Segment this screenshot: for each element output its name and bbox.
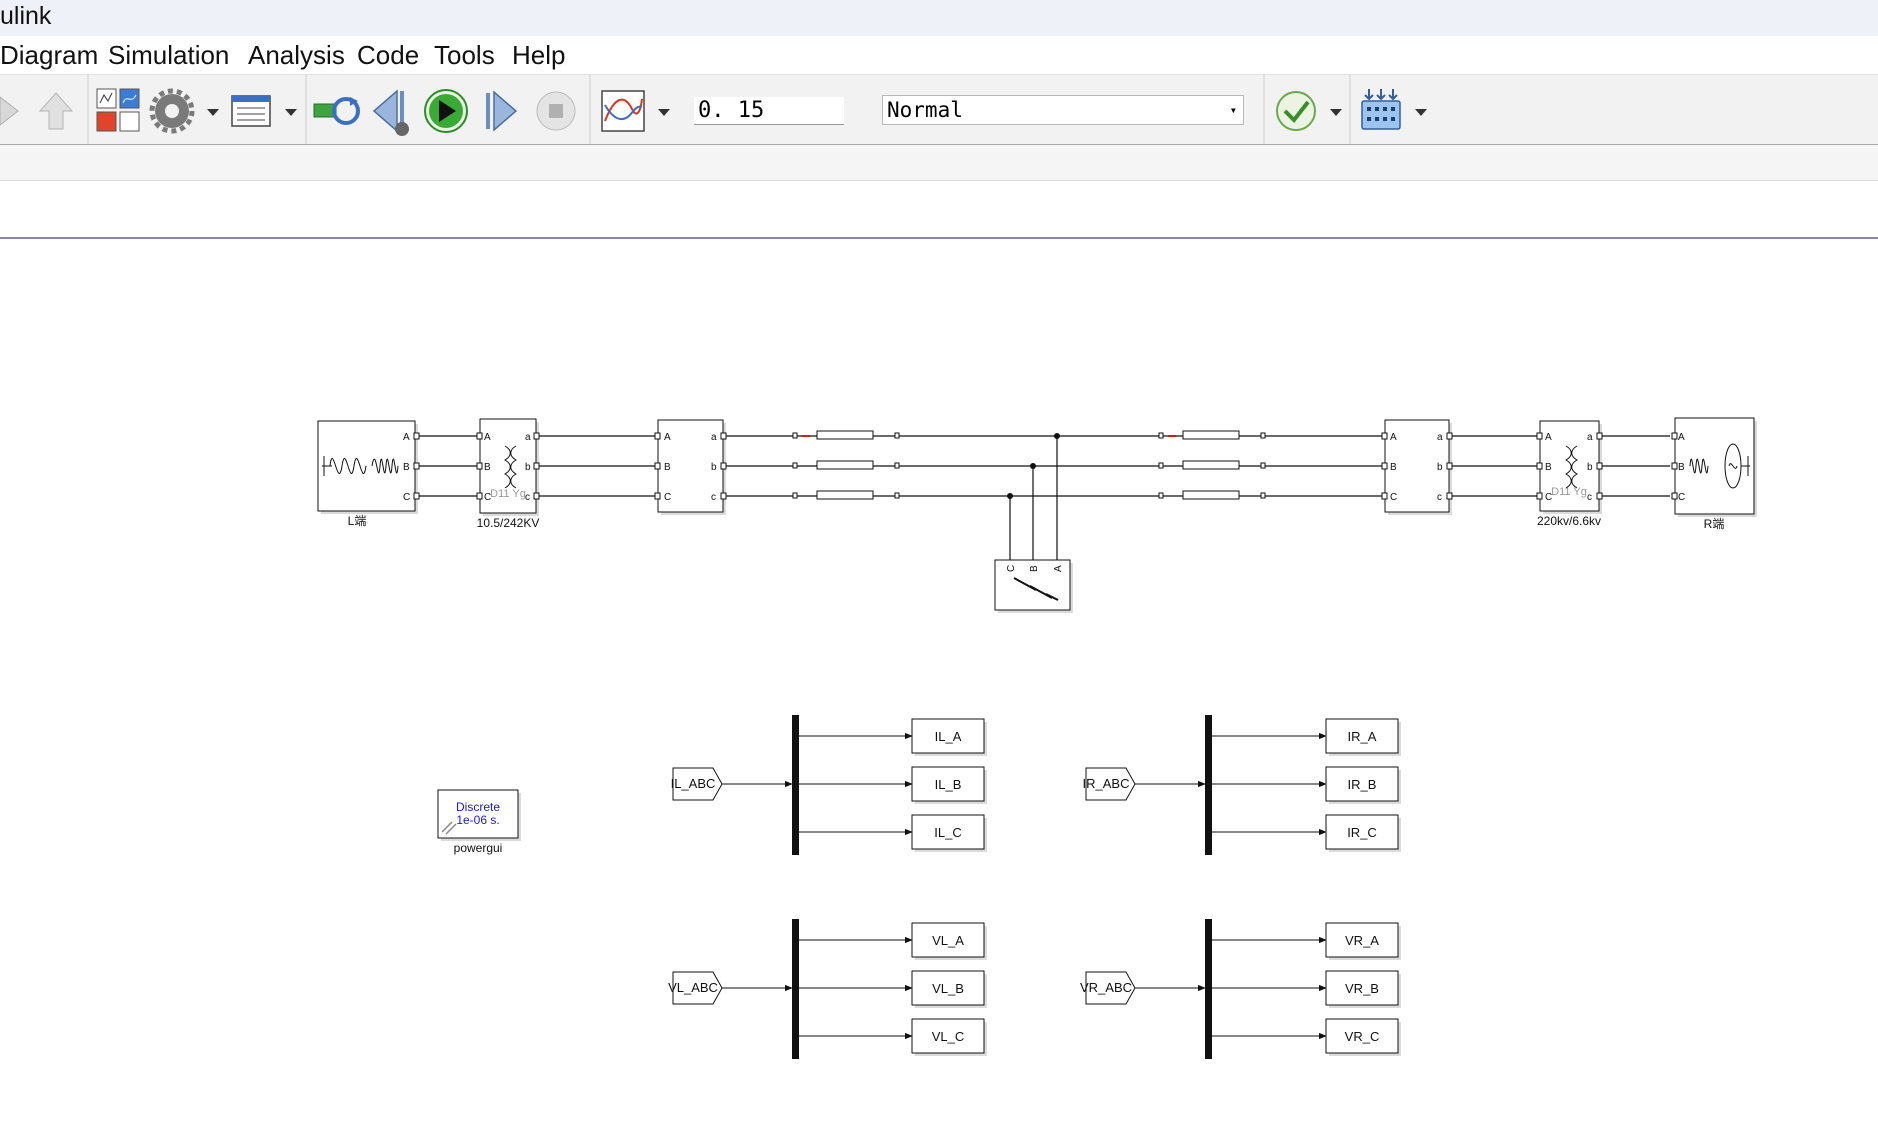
source-right-label: R端 [1704, 517, 1725, 531]
port-label: B [403, 462, 410, 473]
goto-tag: VL_C [932, 1029, 965, 1044]
goto-tag: VR_B [1345, 981, 1379, 996]
goto-tag: IL_A [935, 729, 962, 744]
transformer-left-label: 10.5/242KV [477, 516, 540, 530]
port-label: A [1053, 565, 1064, 572]
transformer-right[interactable]: A B C a b c D11 Yg 220kv/6.6kv [1537, 420, 1601, 528]
goto-tag: IL_C [934, 825, 961, 840]
three-phase-source-right[interactable]: A B C R端 [1674, 417, 1755, 531]
model-canvas[interactable]: A B C L端 A B C a b c D11 Yg 10.5/242KV A… [0, 0, 1878, 1148]
port-label: B [1545, 462, 1552, 473]
demux-bar[interactable] [792, 715, 799, 855]
transformer-type-label: D11 Yg [490, 488, 526, 500]
from-tag: IR_ABC [1083, 776, 1130, 791]
port-label: b [711, 462, 717, 473]
port-label: b [1587, 462, 1593, 473]
transformer-left[interactable]: A B C a b c D11 Yg 10.5/242KV [477, 418, 540, 530]
port-label: C [664, 492, 671, 503]
demux-group-il: IL_ABC IL_A IL_B IL_C [671, 715, 985, 855]
port-label: c [1587, 492, 1592, 503]
port-label: A [1390, 432, 1397, 443]
powergui-sample-time: 1e-06 s. [456, 813, 499, 827]
source-left-label: L端 [348, 514, 367, 528]
three-phase-source-left[interactable]: A B C L端 [317, 420, 416, 528]
port-label: B [664, 462, 671, 473]
goto-tag: VL_B [932, 981, 964, 996]
port-label: C [1390, 492, 1397, 503]
pi-line-right[interactable] [1158, 430, 1266, 500]
goto-tag: VR_A [1345, 933, 1379, 948]
demux-group-vl: VL_ABC VL_A VL_B VL_C [668, 919, 985, 1059]
demux-bar[interactable] [1205, 715, 1212, 855]
three-phase-wires [415, 435, 1670, 560]
powergui-label: powergui [454, 841, 503, 855]
port-label: c [1437, 492, 1442, 503]
powergui-block[interactable]: Discrete 1e-06 s. powergui [437, 789, 519, 855]
port-label: A [664, 432, 671, 443]
port-label: B [484, 462, 491, 473]
demux-bar[interactable] [1205, 919, 1212, 1059]
goto-tag: IR_B [1348, 777, 1377, 792]
powergui-mode: Discrete [456, 800, 500, 814]
vi-measurement-left[interactable]: A B C a b c [657, 419, 724, 513]
port-label: b [525, 462, 531, 473]
port-label: C [403, 492, 410, 503]
goto-tag: VR_C [1345, 1029, 1380, 1044]
vi-measurement-right[interactable]: A B C a b c [1384, 419, 1450, 513]
port-label: A [484, 432, 491, 443]
port-label: B [1390, 462, 1397, 473]
from-tag: VL_ABC [668, 980, 718, 995]
port-label: a [711, 432, 717, 443]
port-label: A [1545, 432, 1552, 443]
port-label: a [525, 432, 531, 443]
port-label: C [1678, 492, 1685, 503]
goto-tag: IR_C [1347, 825, 1377, 840]
port-label: C [1006, 565, 1017, 572]
demux-bar[interactable] [792, 919, 799, 1059]
demux-group-vr: VR_ABC VR_A VR_B VR_C [1080, 919, 1399, 1059]
port-label: c [711, 492, 716, 503]
port-label: A [1678, 432, 1685, 443]
goto-tag: VL_A [932, 933, 964, 948]
port-label: a [1587, 432, 1593, 443]
pi-line-left[interactable] [792, 430, 900, 500]
transformer-type-label: D11 Yg [1551, 486, 1587, 498]
port-label: A [403, 432, 410, 443]
from-tag: VR_ABC [1080, 980, 1132, 995]
transformer-right-label: 220kv/6.6kv [1537, 514, 1601, 528]
goto-tag: IR_A [1348, 729, 1377, 744]
goto-tag: IL_B [935, 777, 962, 792]
three-phase-fault[interactable]: C B A [994, 559, 1071, 611]
port-label: B [1678, 462, 1685, 473]
port-label: b [1437, 462, 1443, 473]
from-tag: IL_ABC [671, 776, 716, 791]
port-label: a [1437, 432, 1443, 443]
port-label: B [1029, 565, 1040, 572]
demux-group-ir: IR_ABC IR_A IR_B IR_C [1083, 715, 1399, 855]
